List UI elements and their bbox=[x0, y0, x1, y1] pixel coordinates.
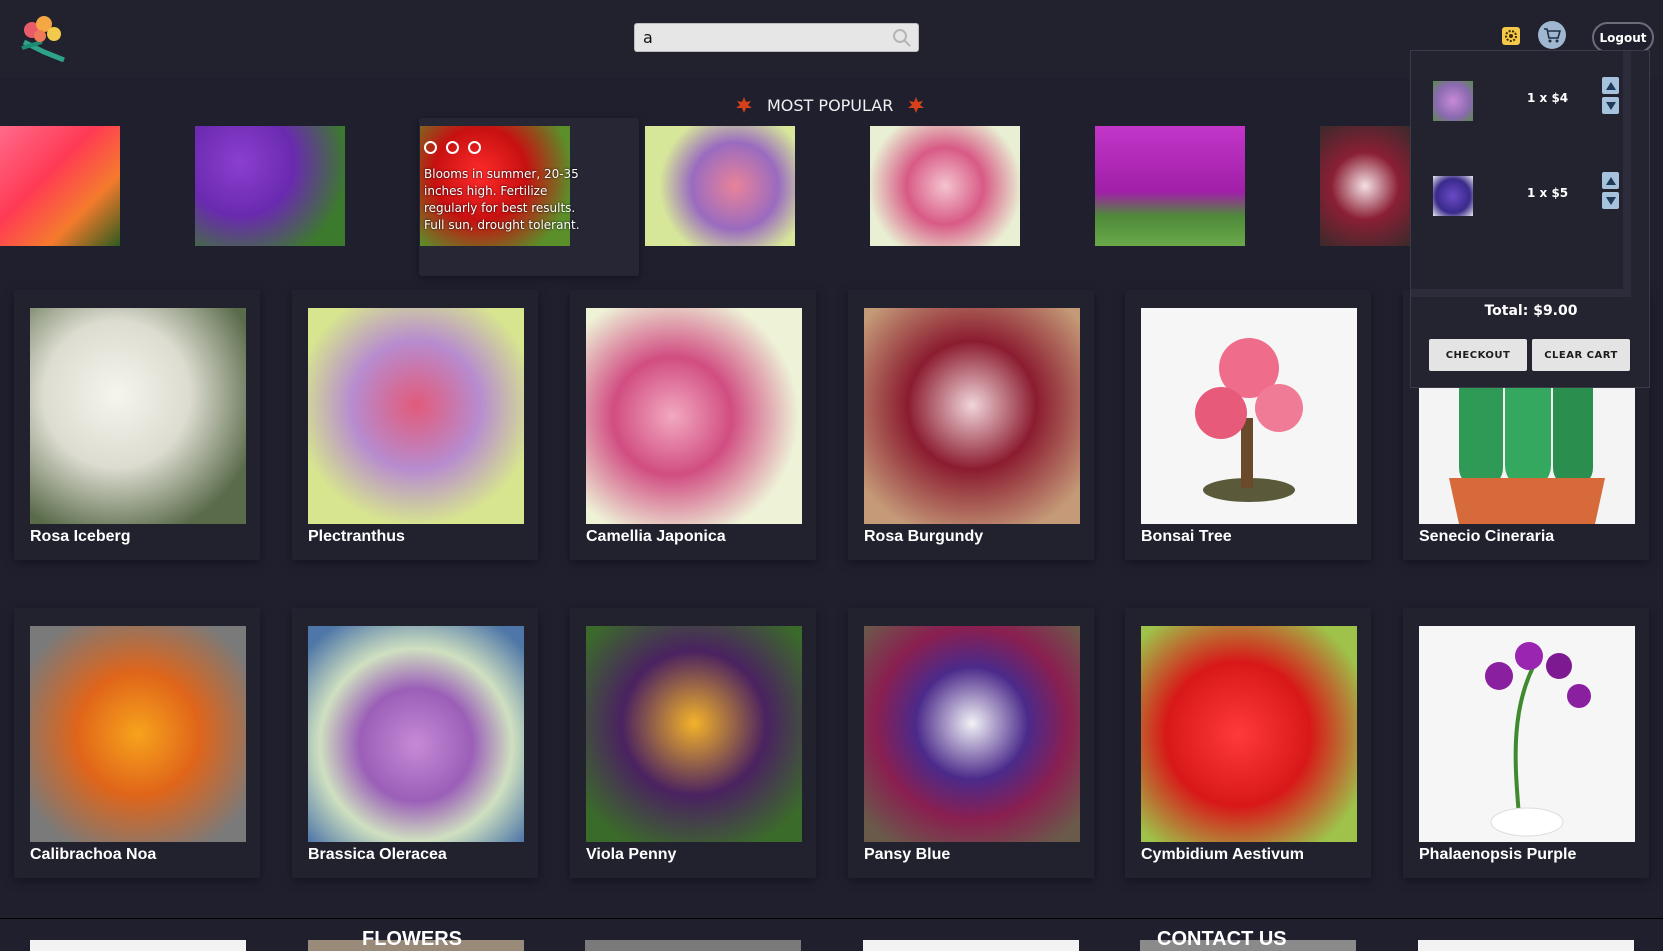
orchid-image-icon bbox=[1485, 642, 1591, 837]
product-image[interactable] bbox=[308, 308, 524, 524]
dot-icon[interactable] bbox=[424, 141, 437, 154]
product-name[interactable]: Camellia Japonica bbox=[586, 528, 726, 546]
product-image[interactable] bbox=[864, 308, 1080, 524]
carousel-tooltip-text: Blooms in summer, 20-35 inches high. Fer… bbox=[424, 167, 580, 232]
cart-dropdown: 1 x $4 1 x $5 Total: $9.00 CHECKOUT CLEA… bbox=[1410, 50, 1650, 388]
bouquet-logo-icon[interactable] bbox=[14, 12, 70, 63]
product-image[interactable] bbox=[586, 308, 802, 524]
product-card[interactable]: Rosa Burgundy bbox=[848, 290, 1094, 560]
footer-flowers-link[interactable]: FLOWERS bbox=[362, 928, 462, 951]
cart-total: Total: $9.00 bbox=[1484, 303, 1578, 319]
product-name[interactable]: Plectranthus bbox=[308, 528, 405, 546]
product-name[interactable]: Phalaenopsis Purple bbox=[1419, 846, 1576, 864]
footer-card bbox=[30, 940, 246, 951]
footer-card bbox=[585, 940, 801, 951]
product-card[interactable]: Plectranthus bbox=[292, 290, 538, 560]
most-popular-heading: MOST POPULAR bbox=[735, 92, 925, 118]
checkout-button[interactable]: CHECKOUT bbox=[1429, 339, 1527, 371]
product-name[interactable]: Viola Penny bbox=[586, 846, 676, 864]
carousel-image[interactable] bbox=[645, 126, 795, 246]
product-image[interactable] bbox=[30, 308, 246, 524]
product-name[interactable]: Bonsai Tree bbox=[1141, 528, 1232, 546]
product-card[interactable]: Calibrachoa Noa bbox=[14, 608, 260, 878]
decrease-arrow-icon[interactable] bbox=[1602, 192, 1619, 209]
increase-arrow-icon[interactable] bbox=[1602, 77, 1619, 94]
product-name[interactable]: Rosa Burgundy bbox=[864, 528, 983, 546]
carousel-image[interactable] bbox=[195, 126, 345, 246]
product-image[interactable] bbox=[308, 626, 524, 842]
product-name[interactable]: Brassica Oleracea bbox=[308, 846, 447, 864]
bonsai-image-icon bbox=[1195, 338, 1303, 502]
footer-contact-link[interactable]: CONTACT US bbox=[1157, 928, 1287, 951]
increase-arrow-icon[interactable] bbox=[1602, 172, 1619, 189]
logout-button[interactable]: Logout bbox=[1592, 22, 1654, 53]
footer-divider bbox=[0, 918, 1663, 919]
product-image[interactable] bbox=[30, 626, 246, 842]
product-image[interactable] bbox=[864, 626, 1080, 842]
carousel-dots bbox=[424, 141, 481, 154]
search-box[interactable] bbox=[634, 23, 919, 52]
cart-item: 1 x $4 bbox=[1423, 75, 1619, 145]
quantity-stepper bbox=[1602, 77, 1620, 117]
cart-item-thumbnail bbox=[1433, 81, 1473, 121]
product-card[interactable]: Camellia Japonica bbox=[570, 290, 816, 560]
product-image[interactable] bbox=[1141, 308, 1357, 524]
quantity-stepper bbox=[1602, 172, 1620, 212]
cart-item: 1 x $5 bbox=[1423, 170, 1619, 240]
product-image[interactable] bbox=[1141, 626, 1357, 842]
carousel-image[interactable] bbox=[1095, 126, 1245, 246]
cart-item-quantity: 1 x $5 bbox=[1527, 186, 1569, 200]
footer-card bbox=[1418, 940, 1634, 951]
carousel-image[interactable] bbox=[0, 126, 120, 246]
cart-items-list[interactable]: 1 x $4 1 x $5 bbox=[1411, 51, 1631, 297]
maple-leaf-icon bbox=[908, 97, 925, 113]
decrease-arrow-icon[interactable] bbox=[1602, 97, 1619, 114]
product-name[interactable]: Calibrachoa Noa bbox=[30, 846, 156, 864]
product-card[interactable]: Cymbidium Aestivum bbox=[1125, 608, 1371, 878]
product-image[interactable] bbox=[1419, 626, 1635, 842]
search-input[interactable] bbox=[639, 24, 887, 51]
product-card[interactable]: Viola Penny bbox=[570, 608, 816, 878]
product-card[interactable]: Pansy Blue bbox=[848, 608, 1094, 878]
product-name[interactable]: Rosa Iceberg bbox=[30, 528, 130, 546]
product-image[interactable] bbox=[586, 626, 802, 842]
footer-card bbox=[863, 940, 1079, 951]
product-name[interactable]: Pansy Blue bbox=[864, 846, 950, 864]
product-name[interactable]: Senecio Cineraria bbox=[1419, 528, 1554, 546]
settings-gear-icon[interactable] bbox=[1502, 27, 1520, 45]
cart-item-thumbnail bbox=[1433, 176, 1473, 216]
most-popular-title: MOST POPULAR bbox=[767, 95, 894, 115]
cart-item-quantity: 1 x $4 bbox=[1527, 91, 1569, 105]
product-card[interactable]: Rosa Iceberg bbox=[14, 290, 260, 560]
clear-cart-button[interactable]: CLEAR CART bbox=[1532, 339, 1630, 371]
product-card[interactable]: Bonsai Tree bbox=[1125, 290, 1371, 560]
carousel-image[interactable] bbox=[870, 126, 1020, 246]
dot-icon[interactable] bbox=[468, 141, 481, 154]
dot-icon[interactable] bbox=[446, 141, 459, 154]
carousel-image[interactable] bbox=[1320, 126, 1410, 246]
product-name[interactable]: Cymbidium Aestivum bbox=[1141, 846, 1304, 864]
cart-actions: CHECKOUT CLEAR CART bbox=[1429, 339, 1630, 371]
shopping-cart-icon[interactable] bbox=[1538, 21, 1566, 49]
maple-leaf-icon bbox=[736, 97, 752, 113]
product-card[interactable]: Phalaenopsis Purple bbox=[1403, 608, 1649, 878]
search-icon[interactable] bbox=[892, 28, 912, 48]
product-card[interactable]: Brassica Oleracea bbox=[292, 608, 538, 878]
